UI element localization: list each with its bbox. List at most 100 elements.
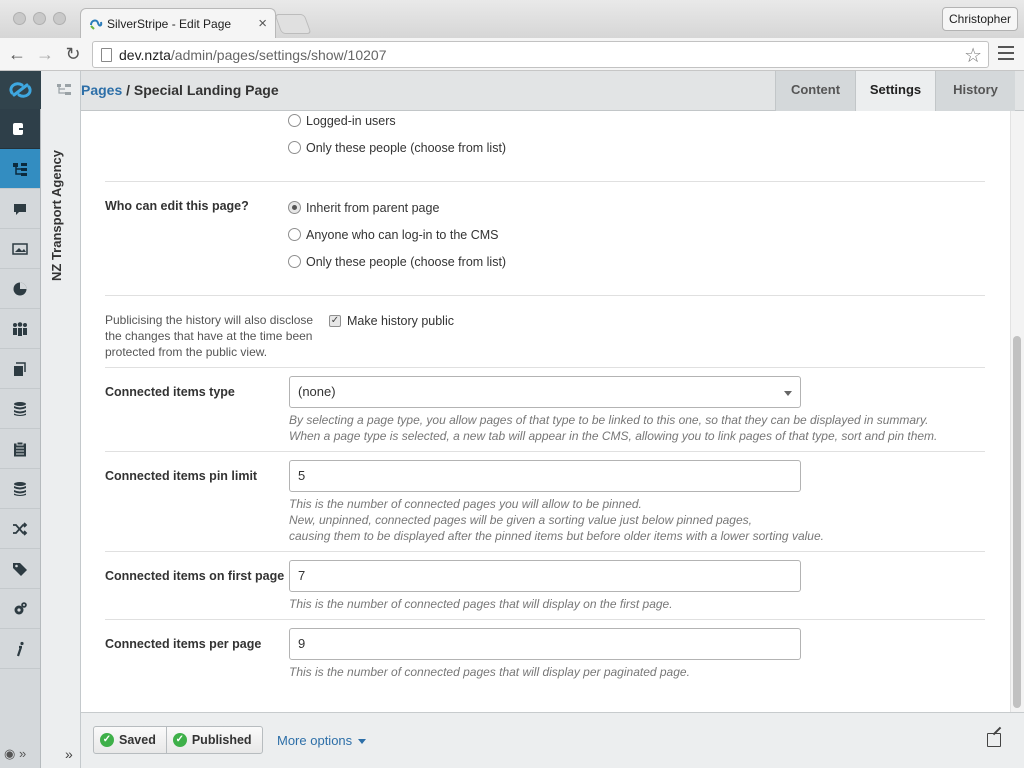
database-icon[interactable] bbox=[0, 389, 40, 429]
window-minimize-button[interactable] bbox=[33, 12, 46, 25]
silverstripe-logo-icon bbox=[9, 82, 32, 98]
editors-radio-inherit[interactable] bbox=[288, 201, 301, 214]
logout-icon[interactable] bbox=[0, 109, 40, 149]
silverstripe-favicon-icon bbox=[90, 19, 103, 30]
per-page-input[interactable]: 9 bbox=[289, 628, 801, 660]
site-tree-panel: NZ Transport Agency » bbox=[41, 71, 81, 768]
saved-button[interactable]: ✓ Saved bbox=[94, 727, 166, 753]
caret-down-icon bbox=[358, 739, 367, 745]
editors-option-label: Anyone who can log-in to the CMS bbox=[306, 228, 499, 242]
pin-limit-note: This is the number of connected pages yo… bbox=[289, 497, 642, 511]
url-host: dev.nzta bbox=[119, 47, 171, 63]
connected-items-type-note: By selecting a page type, you allow page… bbox=[289, 413, 929, 427]
breadcrumb-current-page: Special Landing Page bbox=[133, 82, 279, 98]
editors-radio-anyone[interactable] bbox=[288, 228, 301, 241]
pages-stack-icon[interactable] bbox=[0, 349, 40, 389]
tab-settings[interactable]: Settings bbox=[855, 71, 935, 112]
save-publish-group: ✓ Saved ✓ Published bbox=[93, 726, 263, 754]
back-arrow-icon[interactable]: ← bbox=[6, 43, 28, 65]
tab-close-icon[interactable]: × bbox=[258, 15, 267, 32]
viewers-radio-logged-in[interactable] bbox=[288, 114, 301, 127]
profile-button[interactable]: Christopher bbox=[942, 7, 1018, 31]
shuffle-icon[interactable] bbox=[0, 509, 40, 549]
browser-toolbar: ← → ↻ dev.nzta/admin/pages/settings/show… bbox=[0, 38, 1024, 71]
pin-limit-note: causing them to be displayed after the p… bbox=[289, 529, 824, 543]
preview-edit-icon[interactable] bbox=[987, 733, 1001, 747]
divider bbox=[105, 451, 985, 452]
who-can-edit-label: Who can edit this page? bbox=[105, 199, 249, 213]
window-zoom-button[interactable] bbox=[53, 12, 66, 25]
editors-option-label: Inherit from parent page bbox=[306, 201, 440, 215]
page-icon bbox=[101, 48, 112, 62]
make-history-public-checkbox[interactable]: ✓ bbox=[329, 315, 341, 327]
url-text[interactable]: dev.nzta/admin/pages/settings/show/10207 bbox=[119, 47, 386, 63]
first-page-label: Connected items on first page bbox=[105, 569, 285, 583]
cms-main-menu: ◉ » bbox=[0, 71, 41, 768]
tab-history[interactable]: History bbox=[935, 71, 1015, 111]
saved-label: Saved bbox=[119, 733, 156, 747]
breadcrumb-separator: / bbox=[122, 82, 134, 98]
edit-page-header: Pages / Special Landing Page Content Set… bbox=[57, 71, 1024, 112]
connected-items-type-select[interactable]: (none) bbox=[289, 376, 801, 408]
pin-limit-label: Connected items pin limit bbox=[105, 469, 258, 483]
first-page-input[interactable]: 7 bbox=[289, 560, 801, 592]
published-label: Published bbox=[191, 733, 252, 747]
tree-expand-icon[interactable]: » bbox=[65, 746, 73, 762]
viewers-option-label: Only these people (choose from list) bbox=[306, 141, 507, 155]
divider bbox=[105, 619, 985, 620]
more-options-button[interactable]: More options bbox=[277, 733, 367, 748]
reports-pie-icon[interactable] bbox=[0, 269, 40, 309]
bookmark-star-icon[interactable]: ☆ bbox=[964, 43, 982, 68]
security-users-icon[interactable] bbox=[0, 309, 40, 349]
history-description: Publicising the history will also disclo… bbox=[105, 313, 314, 359]
editors-option-label: Only these people (choose from list) bbox=[306, 255, 507, 269]
silverstripe-logo[interactable] bbox=[0, 71, 41, 109]
sitetree-pages-icon[interactable] bbox=[0, 149, 40, 189]
clipboard-icon[interactable] bbox=[0, 429, 40, 469]
settings-gears-icon[interactable] bbox=[0, 589, 40, 629]
per-page-label: Connected items per page bbox=[105, 637, 262, 651]
divider bbox=[105, 295, 985, 296]
connected-items-type-value: (none) bbox=[298, 384, 336, 399]
forward-arrow-icon[interactable]: → bbox=[34, 43, 56, 65]
connected-items-type-label: Connected items type bbox=[105, 385, 235, 399]
viewers-option-label: Logged-in users bbox=[306, 114, 396, 128]
divider bbox=[105, 367, 985, 368]
browser-titlebar: SilverStripe - Edit Page × Christopher bbox=[0, 0, 1024, 38]
menu-collapse-toggle[interactable]: ◉ » bbox=[4, 746, 26, 762]
published-button[interactable]: ✓ Published bbox=[165, 727, 262, 753]
tab-content[interactable]: Content bbox=[775, 71, 855, 111]
pin-limit-note: New, unpinned, connected pages will be g… bbox=[289, 513, 752, 527]
content-scrollbar-thumb[interactable] bbox=[1013, 336, 1021, 708]
editors-radio-only-these[interactable] bbox=[288, 255, 301, 268]
make-history-public-label: Make history public bbox=[347, 314, 454, 328]
per-page-note: This is the number of connected pages th… bbox=[289, 665, 690, 679]
viewers-radio-only-these[interactable] bbox=[288, 141, 301, 154]
more-options-label: More options bbox=[277, 733, 353, 748]
actions-footer: ✓ Saved ✓ Published More options bbox=[81, 712, 1024, 768]
site-tree-title[interactable]: NZ Transport Agency bbox=[49, 150, 64, 281]
tab-title: SilverStripe - Edit Page bbox=[107, 17, 232, 31]
divider bbox=[105, 181, 985, 182]
database-alt-icon[interactable] bbox=[0, 469, 40, 509]
sitetree-crumb-icon bbox=[57, 84, 71, 95]
first-page-note: This is the number of connected pages th… bbox=[289, 597, 673, 611]
address-bar[interactable]: dev.nzta/admin/pages/settings/show/10207… bbox=[92, 41, 989, 68]
browser-tab[interactable]: SilverStripe - Edit Page × bbox=[80, 8, 276, 38]
comments-icon[interactable] bbox=[0, 189, 40, 229]
url-path: /admin/pages/settings/show/10207 bbox=[170, 47, 387, 63]
settings-form: Logged-in users Only these people (choos… bbox=[81, 111, 1010, 712]
window-close-button[interactable] bbox=[13, 12, 26, 25]
tag-icon[interactable] bbox=[0, 549, 40, 589]
breadcrumb: Pages / Special Landing Page bbox=[57, 82, 279, 98]
check-icon: ✓ bbox=[172, 733, 187, 747]
new-tab-button[interactable] bbox=[274, 14, 312, 34]
pin-limit-input[interactable]: 5 bbox=[289, 460, 801, 492]
check-icon: ✓ bbox=[100, 733, 114, 747]
connected-items-type-note: When a page type is selected, a new tab … bbox=[289, 429, 938, 443]
files-image-icon[interactable] bbox=[0, 229, 40, 269]
reload-icon[interactable]: ↻ bbox=[62, 43, 84, 65]
help-info-icon[interactable] bbox=[0, 629, 40, 669]
breadcrumb-pages-link[interactable]: Pages bbox=[81, 82, 122, 98]
browser-menu-icon[interactable] bbox=[998, 46, 1014, 62]
